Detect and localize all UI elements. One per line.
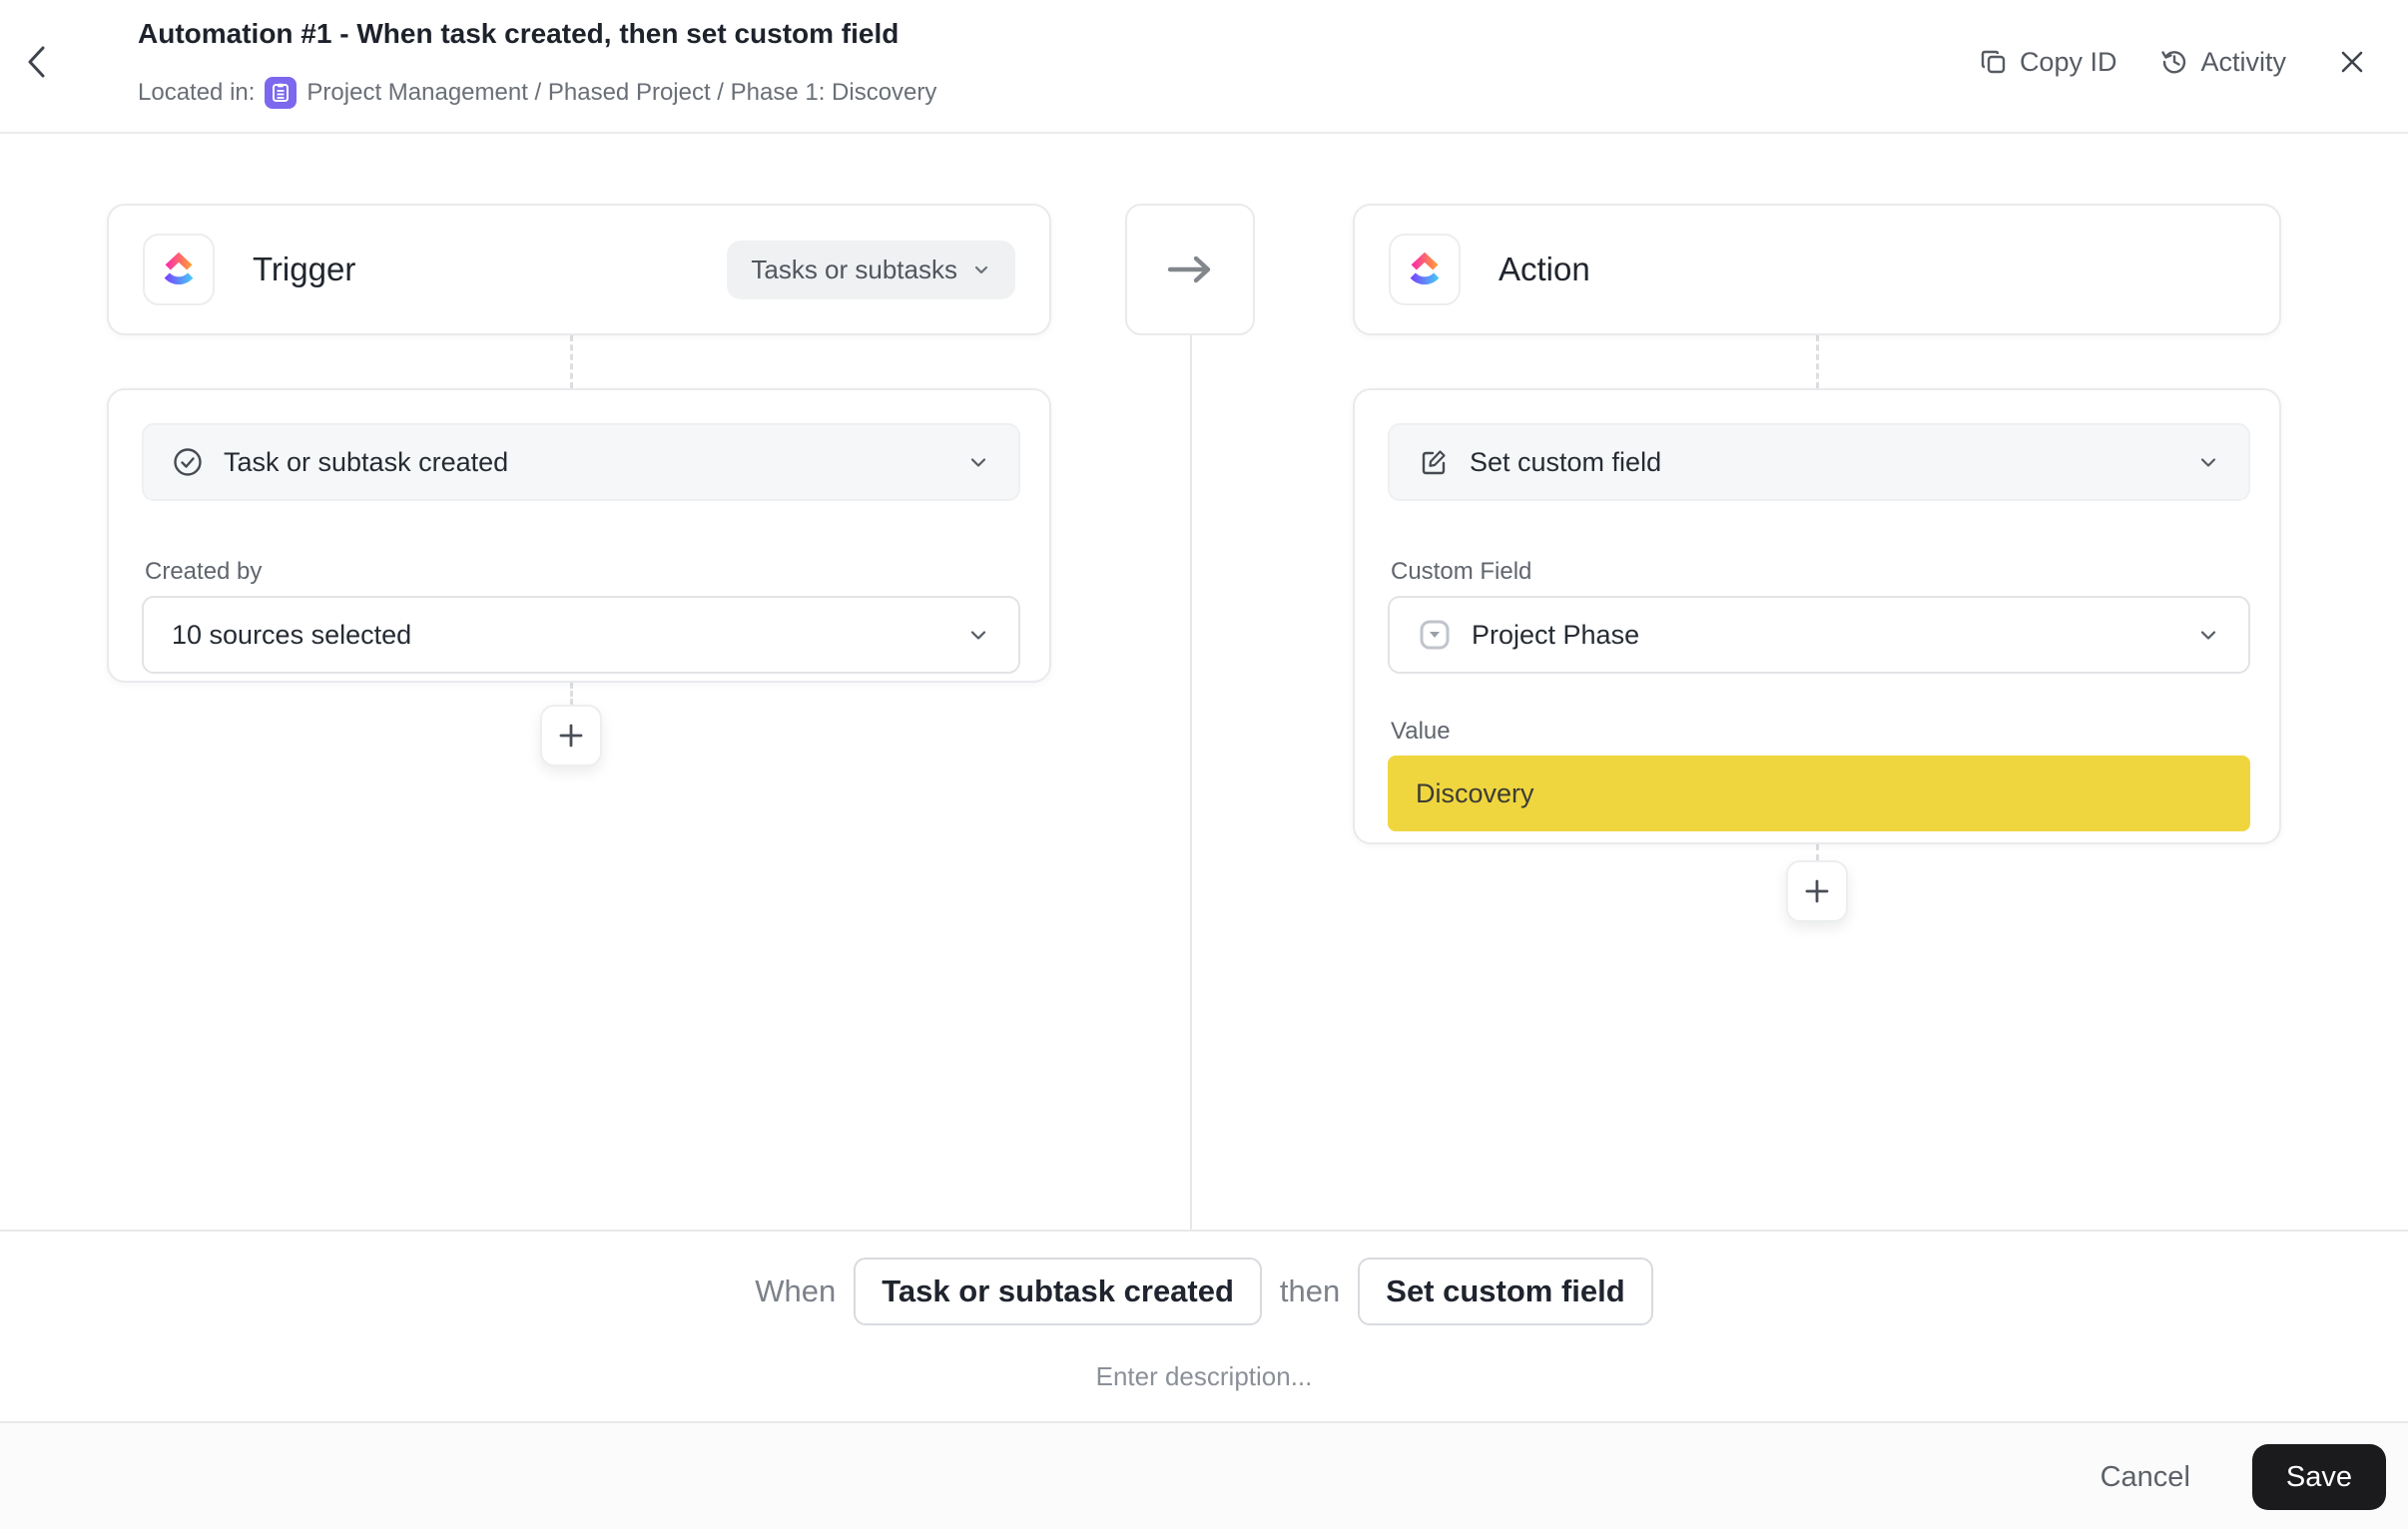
chevron-down-icon	[971, 259, 991, 279]
trigger-connector	[570, 335, 573, 388]
action-body-card: Set custom field Custom Field Project Ph…	[1353, 388, 2281, 844]
description-input[interactable]: Enter description...	[0, 1361, 2408, 1392]
close-icon	[2339, 49, 2365, 75]
action-title: Action	[1499, 251, 1590, 288]
located-in-label: Located in:	[138, 79, 255, 107]
action-connector	[1816, 335, 1819, 388]
activity-label: Activity	[2200, 47, 2286, 78]
list-icon	[265, 77, 297, 109]
created-by-value: 10 sources selected	[172, 620, 411, 651]
footer-actions: Cancel Save	[2087, 1423, 2386, 1529]
copy-id-label: Copy ID	[2020, 47, 2117, 78]
automation-canvas: Trigger Tasks or subtasks Action	[0, 136, 2408, 1230]
close-button[interactable]	[2330, 40, 2374, 84]
trigger-scope-value: Tasks or subtasks	[751, 255, 957, 285]
breadcrumb-path[interactable]: Project Management / Phased Project / Ph…	[306, 79, 936, 107]
custom-field-label: Custom Field	[1391, 558, 1531, 586]
trigger-scope-dropdown[interactable]: Tasks or subtasks	[727, 241, 1015, 299]
summary-trigger-pill[interactable]: Task or subtask created	[854, 1258, 1262, 1325]
clickup-logo-icon	[1389, 234, 1461, 305]
when-then-sentence: When Task or subtask created then Set cu…	[0, 1258, 2408, 1325]
check-circle-icon	[172, 446, 204, 478]
action-type-value: Set custom field	[1470, 447, 1661, 478]
trigger-header-card: Trigger Tasks or subtasks	[107, 204, 1051, 335]
breadcrumb: Located in: Project Management / Phased …	[138, 76, 936, 110]
trigger-title: Trigger	[253, 251, 355, 288]
value-label: Value	[1391, 718, 1451, 746]
created-by-label: Created by	[145, 558, 262, 586]
center-divider-line	[1190, 334, 1192, 1230]
copy-id-button[interactable]: Copy ID	[1980, 47, 2117, 78]
activity-button[interactable]: Activity	[2160, 47, 2286, 78]
value-text: Discovery	[1416, 778, 1534, 809]
custom-field-value: Project Phase	[1472, 620, 1639, 651]
action-add-connector	[1816, 844, 1819, 860]
edit-square-icon	[1418, 446, 1450, 478]
then-label: then	[1280, 1274, 1340, 1309]
dropdown-field-type-icon	[1418, 618, 1452, 652]
when-label: When	[755, 1274, 836, 1309]
custom-field-value-chip[interactable]: Discovery	[1388, 756, 2250, 831]
created-by-dropdown[interactable]: 10 sources selected	[142, 596, 1020, 674]
clickup-logo-icon	[143, 234, 215, 305]
chevron-down-icon	[966, 623, 990, 647]
trigger-add-connector	[570, 683, 573, 705]
clock-history-icon	[2160, 48, 2188, 76]
plus-icon	[556, 721, 586, 751]
cancel-button[interactable]: Cancel	[2087, 1451, 2204, 1504]
header: Automation #1 - When task created, then …	[0, 0, 2408, 134]
trigger-event-value: Task or subtask created	[224, 447, 508, 478]
chevron-down-icon	[2196, 450, 2220, 474]
trigger-to-action-arrow	[1125, 204, 1255, 335]
save-button[interactable]: Save	[2252, 1444, 2386, 1510]
automation-editor: Automation #1 - When task created, then …	[0, 0, 2408, 1529]
plus-icon	[1802, 876, 1832, 906]
back-button[interactable]	[14, 40, 58, 84]
custom-field-dropdown[interactable]: Project Phase	[1388, 596, 2250, 674]
chevron-left-icon	[23, 44, 49, 80]
trigger-event-dropdown[interactable]: Task or subtask created	[142, 423, 1020, 501]
action-header-card: Action	[1353, 204, 2281, 335]
copy-icon	[1980, 48, 2008, 76]
header-actions: Copy ID Activity	[1980, 36, 2374, 88]
arrow-right-icon	[1164, 254, 1216, 285]
summary-action-pill[interactable]: Set custom field	[1358, 1258, 1652, 1325]
chevron-down-icon	[966, 450, 990, 474]
add-action-button[interactable]	[1786, 860, 1848, 922]
footer: Cancel Save	[0, 1421, 2408, 1529]
trigger-body-card: Task or subtask created Created by 10 so…	[107, 388, 1051, 683]
chevron-down-icon	[2196, 623, 2220, 647]
action-type-dropdown[interactable]: Set custom field	[1388, 423, 2250, 501]
automation-summary: When Task or subtask created then Set cu…	[0, 1230, 2408, 1421]
page-title: Automation #1 - When task created, then …	[138, 18, 899, 50]
add-trigger-condition-button[interactable]	[540, 705, 602, 766]
